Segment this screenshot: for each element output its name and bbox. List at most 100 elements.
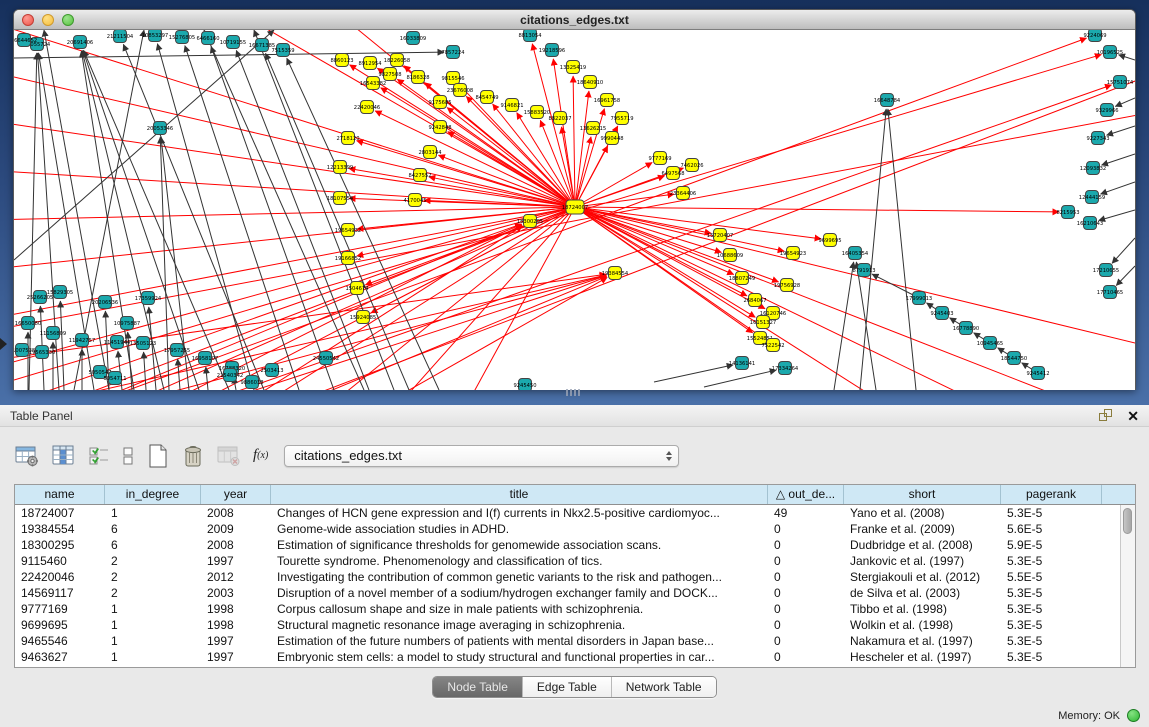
graph-node[interactable]: 8822037 (548, 112, 571, 125)
graph-node[interactable]: 8912954 (358, 57, 382, 70)
table-row[interactable]: 1872400712008Changes of HCN gene express… (15, 505, 1135, 521)
graph-node[interactable]: 8454749 (475, 91, 498, 104)
graph-node[interactable]: 7857224 (441, 46, 465, 59)
graph-node[interactable]: 16961758 (594, 94, 620, 107)
column-header-title[interactable]: title (271, 485, 768, 504)
graph-node[interactable]: 19218596 (539, 44, 565, 57)
graph-node[interactable]: 16778890 (953, 322, 979, 335)
select-all-check-icon[interactable] (88, 444, 110, 468)
table-selector-dropdown[interactable]: citations_edges.txt (284, 445, 679, 467)
graph-node[interactable]: 10945465 (977, 337, 1003, 350)
graph-node[interactable]: 15276805 (169, 31, 195, 44)
graph-node[interactable]: 8813054 (518, 30, 542, 42)
tab-edge-table[interactable]: Edge Table (523, 677, 612, 697)
graph-node[interactable]: 21211504 (107, 30, 134, 43)
graph-node[interactable]: 19166852 (335, 252, 361, 265)
graph-node[interactable]: 9699695 (818, 234, 841, 247)
close-panel-icon[interactable]: ✕ (1127, 409, 1139, 423)
graph-node[interactable]: 14136141 (729, 357, 755, 370)
graph-node[interactable]: 16033809 (400, 32, 426, 45)
graph-node[interactable]: 18807249 (729, 272, 755, 285)
graph-node[interactable]: 15751074 (1107, 76, 1134, 89)
table-row[interactable]: 1938455462009Genome-wide association stu… (15, 521, 1135, 537)
graph-node[interactable]: 18107554 (327, 192, 354, 205)
graph-node[interactable]: 10719155 (220, 36, 246, 49)
create-table-icon[interactable] (146, 443, 170, 469)
graph-node[interactable]: 9146821 (500, 99, 523, 112)
graph-node[interactable]: 20053346 (147, 122, 173, 135)
table-row[interactable]: 946554611997Estimation of the future num… (15, 633, 1135, 649)
graph-node[interactable]: 17210655 (1093, 264, 1119, 277)
tab-network-table[interactable]: Network Table (612, 677, 716, 697)
graph-node[interactable]: 20691406 (67, 36, 93, 49)
graph-node[interactable]: 9227343 (1086, 132, 1109, 145)
network-window-titlebar[interactable]: citations_edges.txt (14, 10, 1135, 30)
graph-node[interactable]: 9245450 (513, 379, 536, 391)
column-header-pagerank[interactable]: pagerank (1001, 485, 1102, 504)
graph-node[interactable]: 12444159 (1079, 191, 1105, 204)
table-settings-icon[interactable] (14, 444, 40, 468)
graph-node[interactable]: 18544750 (1001, 352, 1027, 365)
graph-node[interactable]: 2803144 (418, 146, 442, 159)
table-row[interactable]: 1830029562008Estimation of significance … (15, 537, 1135, 553)
graph-node[interactable]: 17710465 (1097, 286, 1123, 299)
table-row[interactable]: 946362711997Embryonic stem cells: a mode… (15, 649, 1135, 665)
graph-node[interactable]: 9815546 (441, 72, 464, 85)
table-row[interactable]: 2242004622012Investigating the contribut… (15, 569, 1135, 585)
panel-resize-grip[interactable] (566, 389, 582, 396)
graph-node[interactable]: 1504674 (345, 282, 369, 295)
network-graph[interactable]: 1872400788601238912954182260589827508165… (14, 30, 1135, 390)
graph-node[interactable]: 9886038 (240, 376, 263, 389)
graph-node[interactable]: 20206536 (92, 296, 118, 309)
column-header-out_de[interactable]: △ out_de... (768, 485, 844, 504)
column-header-name[interactable]: name (15, 485, 105, 504)
graph-node[interactable]: 10853297 (142, 30, 168, 42)
row-options-icon[interactable] (121, 444, 135, 468)
graph-node[interactable]: 17334264 (772, 362, 799, 375)
graph-node[interactable]: 2718120 (336, 132, 359, 145)
table-row[interactable]: 977716911998Corpus callosum shape and si… (15, 601, 1135, 617)
graph-node[interactable]: 13325419 (560, 61, 586, 74)
table-row[interactable]: 911546021997Tourette syndrome. Phenomeno… (15, 553, 1135, 569)
table-row[interactable]: 969969511998Structural magnetic resonanc… (15, 617, 1135, 633)
graph-node[interactable]: 16650080 (15, 317, 41, 330)
float-panel-icon[interactable] (1099, 409, 1113, 422)
graph-node[interactable]: 19384554 (602, 267, 629, 280)
hidden-panel-arrow-icon[interactable] (0, 338, 7, 350)
tab-node-table[interactable]: Node Table (433, 677, 523, 697)
graph-node[interactable]: 18640910 (577, 76, 603, 89)
column-header-short[interactable]: short (844, 485, 1001, 504)
show-columns-icon[interactable] (51, 444, 77, 468)
graph-node[interactable]: 7462026 (680, 159, 703, 172)
graph-node[interactable]: 16648784 (874, 94, 901, 107)
graph-node[interactable]: 16210643 (1077, 217, 1103, 230)
delete-table-icon[interactable] (181, 443, 205, 469)
table-scrollbar[interactable] (1120, 505, 1135, 667)
graph-node[interactable]: 19756928 (774, 279, 800, 292)
function-builder-icon[interactable]: f(x) (253, 447, 268, 464)
graph-node[interactable]: 9329966 (1095, 104, 1118, 117)
graph-node[interactable]: 18226058 (384, 54, 410, 67)
graph-node[interactable]: 16958107 (192, 352, 218, 365)
graph-node[interactable]: 16405354 (842, 247, 869, 260)
graph-node[interactable]: 12093832 (1080, 162, 1106, 175)
graph-node[interactable]: 18724007 (562, 200, 588, 214)
graph-node[interactable]: 4170045 (403, 194, 426, 207)
graph-node[interactable]: 10196525 (1097, 46, 1123, 59)
graph-node[interactable]: 7955719 (610, 112, 633, 125)
graph-node[interactable]: 2503413 (260, 364, 283, 377)
graph-node[interactable]: 9827508 (378, 68, 401, 81)
graph-node[interactable]: 8215953 (1056, 206, 1079, 219)
column-header-in_degree[interactable]: in_degree (105, 485, 201, 504)
network-canvas[interactable]: 1872400788601238912954182260589827508165… (14, 30, 1135, 390)
graph-node[interactable]: 11942757 (69, 334, 95, 347)
graph-node[interactable]: 9990448 (600, 132, 623, 145)
scrollbar-thumb[interactable] (1123, 508, 1132, 534)
graph-node[interactable]: 15883520 (524, 106, 550, 119)
graph-node[interactable]: 6466160 (196, 32, 219, 45)
graph-node[interactable]: 9224069 (1083, 30, 1106, 42)
graph-node[interactable]: 16543382 (360, 77, 386, 90)
graph-node[interactable]: 23364406 (670, 187, 696, 200)
table-row[interactable]: 1456911722003Disruption of a novel membe… (15, 585, 1135, 601)
column-header-year[interactable]: year (201, 485, 271, 504)
